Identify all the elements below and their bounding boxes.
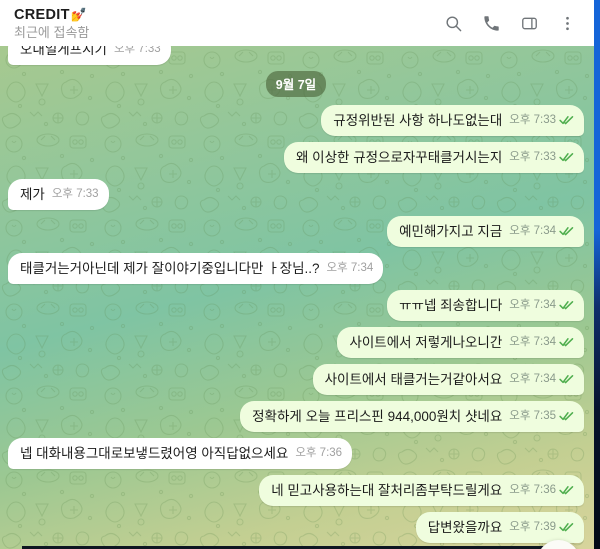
message-row: 제가 오후 7:33 — [8, 179, 584, 210]
message-row: 사이트에서 저렇게나오니간 오후 7:34 — [8, 327, 584, 358]
date-divider-row: 9월 7일 — [8, 71, 584, 97]
message-text: ㅠㅠ넵 죄송합니다 — [399, 298, 503, 313]
read-receipt-icon — [559, 374, 574, 384]
message-row-clipped: 오내일게프시기 오후 7:33 — [8, 46, 584, 65]
message-row: 사이트에서 태클거는거같아서요 오후 7:34 — [8, 364, 584, 395]
message-bubble-incoming[interactable]: 제가 오후 7:33 — [8, 179, 109, 210]
message-bubble-outgoing[interactable]: 예민해가지고 지금 오후 7:34 — [387, 216, 584, 247]
message-text: 넵 대화내용그대로보냏드렸어영 아직답없으세요 — [20, 446, 289, 461]
more-vertical-icon[interactable] — [550, 6, 584, 40]
messages-container: 오내일게프시기 오후 7:33 9월 7일 규정위반된 사항 하나도없는대오후 … — [0, 46, 594, 549]
message-text: 사이트에서 태클거는거같아서요 — [324, 372, 503, 387]
chat-status-subtitle: 최근에 접속함 — [14, 24, 90, 40]
message-bubble-incoming-clipped[interactable]: 오내일게프시기 오후 7:33 — [8, 46, 171, 65]
message-row: ㅠㅠ넵 죄송합니다 오후 7:34 — [8, 290, 584, 321]
message-time: 오후 7:34 — [509, 373, 556, 385]
message-bubble-outgoing[interactable]: 정확하게 오늘 프리스핀 944,000원치 샷네요 오후 7:35 — [240, 401, 584, 432]
message-meta: 오후 7:33 — [509, 148, 574, 167]
window-edge-strip — [594, 0, 600, 549]
message-bubble-incoming[interactable]: 태클거는거아닌데 제가 잘이야기중입니다만 ㅏ장님..? 오후 7:34 — [8, 253, 384, 284]
message-meta: 오후 7:34 — [327, 259, 374, 278]
message-text: 제가 — [20, 187, 45, 202]
chat-header: CREDIT💅 최근에 접속함 — [0, 0, 594, 46]
message-time: 오후 7:33 — [51, 188, 99, 200]
date-divider: 9월 7일 — [265, 71, 327, 97]
message-meta: 오후 7:33 — [114, 46, 161, 59]
message-bubble-incoming[interactable]: 넵 대화내용그대로보냏드렸어영 아직답없으세요 오후 7:36 — [8, 438, 353, 469]
message-text: 태클거는거아닌데 제가 잘이야기중입니다만 ㅏ장님..? — [20, 261, 320, 276]
message-bubble-outgoing[interactable]: ㅠㅠ넵 죄송합니다 오후 7:34 — [387, 290, 584, 321]
message-list[interactable]: 오내일게프시기 오후 7:33 9월 7일 규정위반된 사항 하나도없는대오후 … — [0, 46, 594, 549]
message-meta: 오후 7:34 — [509, 370, 574, 389]
message-text: 정확하게 오늘 프리스핀 944,000원치 샷네요 — [252, 409, 503, 424]
read-receipt-icon — [559, 522, 574, 532]
message-row: 정확하게 오늘 프리스핀 944,000원치 샷네요 오후 7:35 — [8, 401, 584, 432]
message-time: 오후 7:34 — [509, 299, 556, 311]
message-bubble-outgoing[interactable]: 규정위반된 사항 하나도없는대 오후 7:33 — [321, 105, 584, 136]
message-text: 예민해가지고 지금 — [399, 224, 503, 239]
message-text: 네 믿고사용하는대 잘처리좀부탁드릴게요 — [271, 483, 503, 498]
message-meta: 오후 7:34 — [509, 222, 574, 241]
message-bubble-outgoing[interactable]: 답변왔을까요 오후 7:39 — [415, 512, 584, 543]
nail-polish-emoji-icon: 💅 — [70, 6, 88, 22]
chat-header-titles[interactable]: CREDIT💅 최근에 접속함 — [14, 6, 436, 41]
read-receipt-icon — [559, 152, 574, 162]
message-text: 규정위반된 사항 하나도없는대 — [333, 113, 503, 128]
message-bubble-outgoing[interactable]: 왜 이상한 규정으로자꾸태클거시는지 오후 7:33 — [284, 142, 584, 173]
message-time: 오후 7:34 — [509, 225, 556, 237]
message-meta: 오후 7:34 — [509, 296, 574, 315]
sidebar-panel-icon[interactable] — [512, 6, 546, 40]
message-text: 사이트에서 저렇게나오니간 — [349, 335, 503, 350]
read-receipt-icon — [559, 337, 574, 347]
message-time: 오후 7:33 — [509, 114, 556, 126]
header-actions — [436, 6, 584, 40]
read-receipt-icon — [559, 226, 574, 236]
message-row: 예민해가지고 지금 오후 7:34 — [8, 216, 584, 247]
read-receipt-icon — [559, 300, 574, 310]
read-receipt-icon — [559, 115, 574, 125]
message-meta: 오후 7:36 — [509, 481, 574, 500]
message-time: 오후 7:34 — [326, 262, 374, 274]
message-time: 오후 7:35 — [509, 410, 556, 422]
read-receipt-icon — [559, 411, 574, 421]
message-time: 오후 7:36 — [509, 484, 556, 496]
message-meta: 오후 7:33 — [52, 185, 99, 204]
message-row: 왜 이상한 규정으로자꾸태클거시는지 오후 7:33 — [8, 142, 584, 173]
read-receipt-icon — [559, 485, 574, 495]
telegram-chat-window: CREDIT💅 최근에 접속함 오내일게프시기 오후 7:33 9월 7일 규정… — [0, 0, 600, 549]
message-text: 왜 이상한 규정으로자꾸태클거시는지 — [296, 150, 503, 165]
message-row: 넵 대화내용그대로보냏드렸어영 아직답없으세요 오후 7:36 — [8, 438, 584, 469]
chat-title-text: CREDIT — [14, 6, 70, 23]
message-time: 오후 7:33 — [509, 151, 556, 163]
message-meta: 오후 7:33 — [509, 111, 574, 130]
message-bubble-outgoing[interactable]: 사이트에서 태클거는거같아서요 오후 7:34 — [312, 364, 584, 395]
message-time: 오후 7:36 — [295, 447, 343, 459]
phone-icon[interactable] — [474, 6, 508, 40]
messages-slot: 규정위반된 사항 하나도없는대 오후 7:33 왜 이상한 규정으로자꾸태클거시는지… — [8, 105, 584, 549]
message-row: 태클거는거아닌데 제가 잘이야기중입니다만 ㅏ장님..? 오후 7:34 — [8, 253, 584, 284]
message-time: 오후 7:33 — [113, 46, 161, 55]
message-meta: 오후 7:36 — [295, 444, 342, 463]
message-text: 오내일게프시기 — [20, 46, 107, 57]
search-icon[interactable] — [436, 6, 470, 40]
message-time: 오후 7:39 — [509, 521, 556, 533]
message-bubble-outgoing[interactable]: 네 믿고사용하는대 잘처리좀부탁드릴게요 오후 7:36 — [259, 475, 584, 506]
message-text: 답변왔을까요 — [427, 520, 503, 535]
message-row: 규정위반된 사항 하나도없는대 오후 7:33 — [8, 105, 584, 136]
page-title: CREDIT💅 — [14, 6, 436, 24]
message-bubble-outgoing[interactable]: 사이트에서 저렇게나오니간 오후 7:34 — [337, 327, 584, 358]
message-row: 네 믿고사용하는대 잘처리좀부탁드릴게요 오후 7:36 — [8, 475, 584, 506]
message-row: 답변왔을까요 오후 7:39 — [8, 512, 584, 543]
message-meta: 오후 7:39 — [509, 518, 574, 537]
message-time: 오후 7:34 — [509, 336, 556, 348]
message-meta: 오후 7:35 — [509, 407, 574, 426]
message-meta: 오후 7:34 — [509, 333, 574, 352]
